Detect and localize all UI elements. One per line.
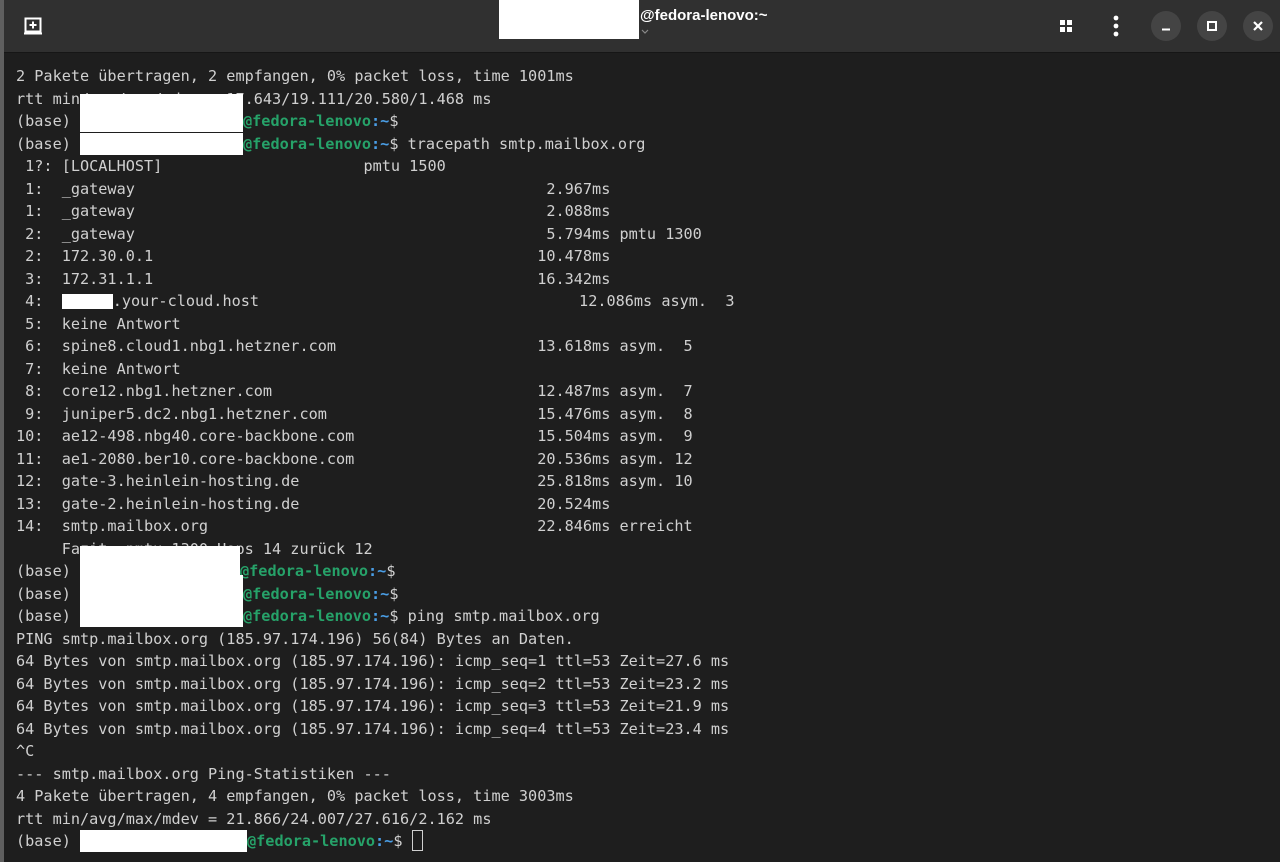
ping-line: 64 Bytes von smtp.mailbox.org (185.97.17… [16, 674, 730, 693]
trace-line: 3: 172.31.1.1 16.342ms [16, 269, 611, 288]
trace-line: 4: .your-cloud.host 12.086ms asym. 3 [16, 292, 735, 310]
output-line: 2 Pakete übertragen, 2 empfangen, 0% pac… [16, 67, 574, 85]
trace-line: 10: ae12-498.nbg40.core-backbone.com 15.… [16, 427, 693, 445]
title-text: @fedora-lenovo:~ [640, 7, 768, 24]
prompt-line: (base) @fedora-lenovo:~$ [16, 94, 735, 133]
terminal-window: @fedora-lenovo:~ 2 Pakete übertragen, 2 … [0, 0, 1280, 862]
command-text: ping smtp.mailbox.org [407, 607, 600, 625]
trace-line: 5: keine Antwort [16, 314, 181, 333]
new-tab-icon[interactable] [19, 12, 47, 40]
redacted-username [80, 830, 248, 852]
redacted-username [80, 132, 244, 155]
trace-line: 2: 172.30.0.1 10.478ms [16, 247, 611, 265]
chevron-down-icon [641, 29, 649, 34]
trace-line: 6: spine8.cloud1.nbg1.hetzner.com 13.618… [16, 337, 693, 355]
trace-line: 11: ae1-2080.ber10.core-backbone.com 20.… [16, 449, 693, 468]
redacted-username [80, 94, 244, 132]
ping-line: 64 Bytes von smtp.mailbox.org (185.97.17… [16, 697, 730, 715]
prompt-line: (base) @fedora-lenovo:~$ [16, 574, 735, 606]
trace-line: 2: _gateway 5.794ms pmtu 1300 [16, 224, 702, 243]
prompt-line: (base) @fedora-lenovo:~$ ping smtp.mailb… [16, 605, 600, 627]
trace-line: 13: gate-2.heinlein-hosting.de 20.524ms [16, 494, 611, 513]
close-button[interactable] [1243, 11, 1273, 41]
ping-line: 4 Pakete übertragen, 4 empfangen, 0% pac… [16, 787, 574, 805]
trace-line: 1: _gateway 2.967ms [16, 179, 611, 198]
minimize-button[interactable] [1151, 11, 1181, 41]
trace-line: 1: _gateway 2.088ms [16, 202, 611, 220]
command-text: tracepath smtp.mailbox.org [407, 134, 646, 153]
minimize-icon [1162, 28, 1170, 31]
prompt-line[interactable]: (base) @fedora-lenovo:~$ [16, 830, 735, 853]
trace-line: 7: keine Antwort [16, 359, 181, 378]
trace-line: 1?: [LOCALHOST] pmtu 1500 [16, 157, 446, 175]
ping-line: rtt min/avg/max/mdev = 21.866/24.007/27.… [16, 809, 492, 828]
cursor [411, 830, 423, 851]
trace-line: 8: core12.nbg1.hetzner.com 12.487ms asym… [16, 382, 693, 400]
maximize-button[interactable] [1197, 11, 1227, 41]
trace-line: 12: gate-3.heinlein-hosting.de 25.818ms … [16, 472, 693, 490]
tab-overview-icon[interactable] [1052, 12, 1080, 40]
redacted-username [80, 605, 244, 627]
ping-line: PING smtp.mailbox.org (185.97.174.196) 5… [16, 629, 574, 648]
title-bar: @fedora-lenovo:~ [0, 0, 1280, 53]
redacted-username [499, 0, 639, 39]
maximize-icon [1207, 21, 1217, 31]
terminal-output[interactable]: 2 Pakete übertragen, 2 empfangen, 0% pac… [16, 65, 735, 853]
menu-icon[interactable] [1102, 12, 1130, 40]
prompt-line: (base) @fedora-lenovo:~$ tracepath smtp.… [16, 132, 646, 155]
ping-line: ^C [16, 742, 35, 760]
trace-line: 14: smtp.mailbox.org 22.846ms erreicht [16, 517, 693, 535]
redacted-hostname [61, 294, 113, 309]
ping-line: 64 Bytes von smtp.mailbox.org (185.97.17… [16, 652, 730, 670]
redacted-username [80, 574, 244, 605]
trace-line: 9: juniper5.dc2.nbg1.hetzner.com 15.476m… [16, 404, 693, 423]
window-edge [0, 0, 4, 862]
close-icon [1253, 21, 1263, 31]
ping-line: --- smtp.mailbox.org Ping-Statistiken --… [16, 764, 391, 783]
ping-line: 64 Bytes von smtp.mailbox.org (185.97.17… [16, 719, 730, 738]
